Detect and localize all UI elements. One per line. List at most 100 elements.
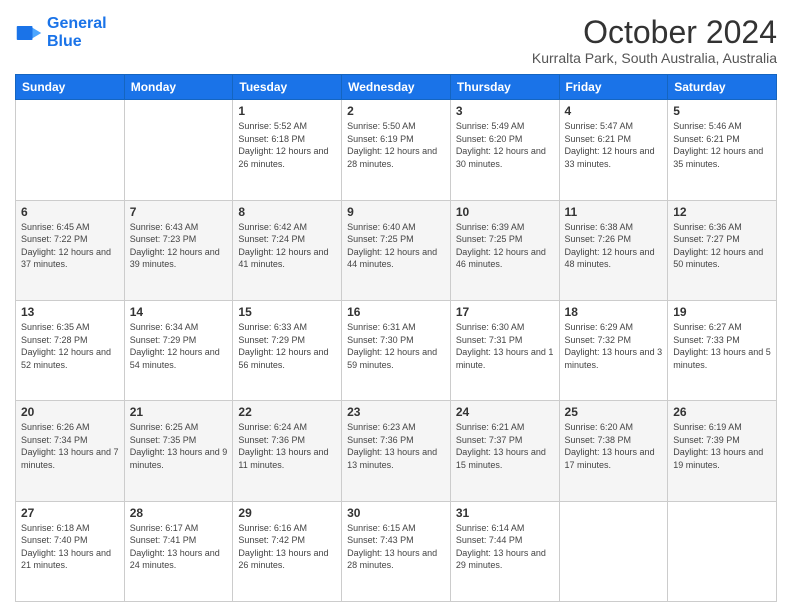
cell-4-4: 31Sunrise: 6:14 AMSunset: 7:44 PMDayligh… — [450, 501, 559, 601]
day-info: Sunrise: 5:46 AMSunset: 6:21 PMDaylight:… — [673, 120, 771, 170]
sunrise-text: Sunrise: 5:49 AM — [456, 120, 554, 133]
sunset-text: Sunset: 7:25 PM — [456, 233, 554, 246]
day-info: Sunrise: 5:49 AMSunset: 6:20 PMDaylight:… — [456, 120, 554, 170]
sunset-text: Sunset: 6:18 PM — [238, 133, 336, 146]
day-info: Sunrise: 5:50 AMSunset: 6:19 PMDaylight:… — [347, 120, 445, 170]
day-number: 10 — [456, 205, 554, 219]
day-number: 6 — [21, 205, 119, 219]
sunrise-text: Sunrise: 6:14 AM — [456, 522, 554, 535]
sunrise-text: Sunrise: 6:34 AM — [130, 321, 228, 334]
day-info: Sunrise: 6:26 AMSunset: 7:34 PMDaylight:… — [21, 421, 119, 471]
daylight-text: Daylight: 13 hours and 21 minutes. — [21, 547, 119, 572]
sunrise-text: Sunrise: 6:26 AM — [21, 421, 119, 434]
sunset-text: Sunset: 7:43 PM — [347, 534, 445, 547]
day-info: Sunrise: 5:52 AMSunset: 6:18 PMDaylight:… — [238, 120, 336, 170]
daylight-text: Daylight: 12 hours and 44 minutes. — [347, 246, 445, 271]
week-row-2: 13Sunrise: 6:35 AMSunset: 7:28 PMDayligh… — [16, 300, 777, 400]
day-info: Sunrise: 6:20 AMSunset: 7:38 PMDaylight:… — [565, 421, 663, 471]
day-number: 17 — [456, 305, 554, 319]
sunrise-text: Sunrise: 6:39 AM — [456, 221, 554, 234]
day-number: 8 — [238, 205, 336, 219]
cell-4-3: 30 Sunrise: 6:15 AMSunset: 7:43 PMDayligh… — [342, 501, 451, 601]
day-info: Sunrise: 6:30 AMSunset: 7:31 PMDaylight:… — [456, 321, 554, 371]
day-info: Sunrise: 6:34 AMSunset: 7:29 PMDaylight:… — [130, 321, 228, 371]
day-number: 23 — [347, 405, 445, 419]
daylight-text: Daylight: 13 hours and 19 minutes. — [673, 446, 771, 471]
sunrise-text: Sunrise: 6:30 AM — [456, 321, 554, 334]
day-number: 29 — [238, 506, 336, 520]
day-number: 20 — [21, 405, 119, 419]
sunset-text: Sunset: 6:21 PM — [565, 133, 663, 146]
th-tuesday: Tuesday — [233, 75, 342, 100]
cell-3-3: 23Sunrise: 6:23 AMSunset: 7:36 PMDayligh… — [342, 401, 451, 501]
sunrise-text: Sunrise: 6:35 AM — [21, 321, 119, 334]
cell-0-5: 4Sunrise: 5:47 AMSunset: 6:21 PMDaylight… — [559, 100, 668, 200]
day-info: Sunrise: 6:18 AMSunset: 7:40 PMDaylight:… — [21, 522, 119, 572]
daylight-text: Daylight: 13 hours and 9 minutes. — [130, 446, 228, 471]
logo-line1: General — [47, 15, 107, 32]
daylight-text: Daylight: 13 hours and 29 minutes. — [456, 547, 554, 572]
sunrise-text: Sunrise: 5:46 AM — [673, 120, 771, 133]
sunset-text: Sunset: 7:29 PM — [238, 334, 336, 347]
sunset-text: Sunset: 6:19 PM — [347, 133, 445, 146]
sunset-text: Sunset: 7:27 PM — [673, 233, 771, 246]
sunrise-text: Sunrise: 5:52 AM — [238, 120, 336, 133]
week-row-3: 20Sunrise: 6:26 AMSunset: 7:34 PMDayligh… — [16, 401, 777, 501]
day-number: 30 — [347, 506, 445, 520]
title-section: October 2024 Kurralta Park, South Austra… — [532, 15, 777, 66]
th-monday: Monday — [124, 75, 233, 100]
day-info: Sunrise: 6:27 AMSunset: 7:33 PMDaylight:… — [673, 321, 771, 371]
sunset-text: Sunset: 7:34 PM — [21, 434, 119, 447]
daylight-text: Daylight: 13 hours and 17 minutes. — [565, 446, 663, 471]
cell-2-0: 13Sunrise: 6:35 AMSunset: 7:28 PMDayligh… — [16, 300, 125, 400]
daylight-text: Daylight: 13 hours and 28 minutes. — [347, 547, 445, 572]
day-number: 2 — [347, 104, 445, 118]
cell-0-3: 2 Sunrise: 5:50 AMSunset: 6:19 PMDaylight… — [342, 100, 451, 200]
daylight-text: Daylight: 12 hours and 26 minutes. — [238, 145, 336, 170]
sunset-text: Sunset: 7:41 PM — [130, 534, 228, 547]
daylight-text: Daylight: 12 hours and 33 minutes. — [565, 145, 663, 170]
cell-1-0: 6Sunrise: 6:45 AMSunset: 7:22 PMDaylight… — [16, 200, 125, 300]
cell-4-2: 29Sunrise: 6:16 AMSunset: 7:42 PMDayligh… — [233, 501, 342, 601]
daylight-text: Daylight: 13 hours and 26 minutes. — [238, 547, 336, 572]
calendar-table: Sunday Monday Tuesday Wednesday Thursday… — [15, 74, 777, 602]
day-info: Sunrise: 5:47 AMSunset: 6:21 PMDaylight:… — [565, 120, 663, 170]
daylight-text: Daylight: 12 hours and 28 minutes. — [347, 145, 445, 170]
day-info: Sunrise: 6:21 AMSunset: 7:37 PMDaylight:… — [456, 421, 554, 471]
page: General Blue October 2024 Kurralta Park,… — [0, 0, 792, 612]
day-number: 26 — [673, 405, 771, 419]
sunrise-text: Sunrise: 5:50 AM — [347, 120, 445, 133]
day-number: 28 — [130, 506, 228, 520]
sunset-text: Sunset: 7:24 PM — [238, 233, 336, 246]
sunrise-text: Sunrise: 6:29 AM — [565, 321, 663, 334]
day-info: Sunrise: 6:15 AMSunset: 7:43 PMDaylight:… — [347, 522, 445, 572]
location-title: Kurralta Park, South Australia, Australi… — [532, 50, 777, 66]
sunset-text: Sunset: 7:31 PM — [456, 334, 554, 347]
sunrise-text: Sunrise: 6:19 AM — [673, 421, 771, 434]
month-title: October 2024 — [532, 15, 777, 50]
day-info: Sunrise: 6:42 AMSunset: 7:24 PMDaylight:… — [238, 221, 336, 271]
sunset-text: Sunset: 7:35 PM — [130, 434, 228, 447]
daylight-text: Daylight: 13 hours and 5 minutes. — [673, 346, 771, 371]
day-number: 12 — [673, 205, 771, 219]
sunrise-text: Sunrise: 5:47 AM — [565, 120, 663, 133]
sunset-text: Sunset: 7:23 PM — [130, 233, 228, 246]
sunrise-text: Sunrise: 6:45 AM — [21, 221, 119, 234]
day-number: 1 — [238, 104, 336, 118]
calendar-header-row: Sunday Monday Tuesday Wednesday Thursday… — [16, 75, 777, 100]
cell-4-1: 28Sunrise: 6:17 AMSunset: 7:41 PMDayligh… — [124, 501, 233, 601]
sunset-text: Sunset: 7:36 PM — [347, 434, 445, 447]
cell-0-1 — [124, 100, 233, 200]
daylight-text: Daylight: 13 hours and 11 minutes. — [238, 446, 336, 471]
day-number: 14 — [130, 305, 228, 319]
day-info: Sunrise: 6:14 AMSunset: 7:44 PMDaylight:… — [456, 522, 554, 572]
sunset-text: Sunset: 7:30 PM — [347, 334, 445, 347]
daylight-text: Daylight: 12 hours and 52 minutes. — [21, 346, 119, 371]
sunset-text: Sunset: 7:37 PM — [456, 434, 554, 447]
daylight-text: Daylight: 12 hours and 30 minutes. — [456, 145, 554, 170]
day-number: 11 — [565, 205, 663, 219]
sunset-text: Sunset: 7:26 PM — [565, 233, 663, 246]
th-saturday: Saturday — [668, 75, 777, 100]
day-number: 5 — [673, 104, 771, 118]
cell-0-6: 5 Sunrise: 5:46 AMSunset: 6:21 PMDaylight… — [668, 100, 777, 200]
